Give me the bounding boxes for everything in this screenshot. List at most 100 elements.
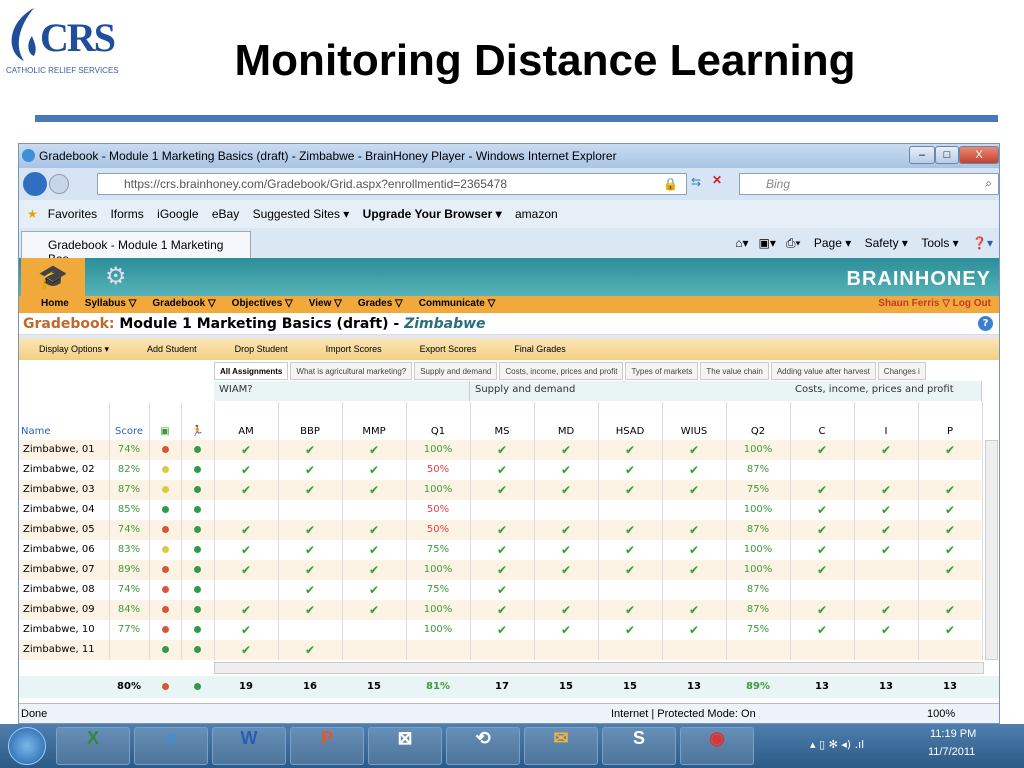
grade-cell[interactable]: ✔: [918, 500, 982, 520]
grade-cell[interactable]: ✔: [342, 460, 406, 480]
clock-time[interactable]: 11:19 PM: [930, 728, 976, 740]
grade-cell[interactable]: ✔: [470, 540, 534, 560]
grade-cell[interactable]: 75%: [406, 540, 470, 560]
grade-cell[interactable]: ✔: [342, 520, 406, 540]
grade-cell[interactable]: ✔: [854, 600, 918, 620]
menu-objectives[interactable]: Objectives ▽: [232, 298, 293, 309]
powerpoint-taskbar-icon[interactable]: P: [290, 727, 364, 765]
grade-cell[interactable]: ✔: [278, 560, 342, 580]
assignment-tab[interactable]: Types of markets: [625, 362, 699, 380]
grade-cell[interactable]: ✔: [278, 520, 342, 540]
student-name[interactable]: Zimbabwe, 11: [23, 640, 109, 660]
grade-cell[interactable]: [214, 580, 278, 600]
skype-taskbar-icon[interactable]: S: [602, 727, 676, 765]
grade-cell[interactable]: ✔: [790, 540, 854, 560]
grade-cell[interactable]: ✔: [214, 460, 278, 480]
grade-cell[interactable]: ✔: [470, 620, 534, 640]
student-name[interactable]: Zimbabwe, 04: [23, 500, 109, 520]
grade-cell[interactable]: [662, 580, 726, 600]
minimize-button[interactable]: –: [909, 146, 935, 164]
grade-cell[interactable]: [598, 640, 662, 660]
menu-grades[interactable]: Grades ▽: [358, 298, 403, 309]
grade-cell[interactable]: ✔: [662, 440, 726, 460]
student-name[interactable]: Zimbabwe, 03: [23, 480, 109, 500]
start-button[interactable]: [8, 727, 46, 765]
column-header[interactable]: MS: [470, 422, 534, 442]
column-header[interactable]: C: [790, 422, 854, 442]
fav-upgrade-browser[interactable]: Upgrade Your Browser ▾: [363, 207, 502, 221]
user-menu[interactable]: Shaun Ferris ▽ Log Out: [878, 298, 991, 309]
grade-cell[interactable]: ✔: [598, 560, 662, 580]
export-scores-button[interactable]: Export Scores: [420, 344, 477, 354]
grade-cell[interactable]: [342, 640, 406, 660]
grade-cell[interactable]: [790, 640, 854, 660]
column-header[interactable]: Q2: [726, 422, 790, 442]
refresh-icon[interactable]: ⇆: [691, 175, 701, 189]
grade-cell[interactable]: [918, 580, 982, 600]
grade-cell[interactable]: ✔: [534, 460, 598, 480]
grade-cell[interactable]: ✔: [534, 540, 598, 560]
safety-menu[interactable]: Safety ▾: [865, 236, 908, 250]
fav-iforms[interactable]: Iforms: [110, 207, 143, 221]
search-icon[interactable]: ⌕: [985, 176, 992, 191]
menu-gradebook[interactable]: Gradebook ▽: [152, 298, 215, 309]
grade-cell[interactable]: 87%: [726, 460, 790, 480]
grade-cell[interactable]: [918, 460, 982, 480]
grade-cell[interactable]: [342, 500, 406, 520]
grade-cell[interactable]: [790, 460, 854, 480]
grade-cell[interactable]: 75%: [726, 620, 790, 640]
grade-cell[interactable]: ✔: [278, 460, 342, 480]
grade-cell[interactable]: [534, 500, 598, 520]
app-taskbar-icon[interactable]: ⊠: [368, 727, 442, 765]
grade-cell[interactable]: 75%: [726, 480, 790, 500]
grade-cell[interactable]: ✔: [534, 480, 598, 500]
assignment-tab[interactable]: Adding value after harvest: [770, 362, 876, 380]
grade-cell[interactable]: [534, 640, 598, 660]
grade-cell[interactable]: ✔: [598, 460, 662, 480]
name-header[interactable]: Name: [21, 422, 81, 442]
menu-home[interactable]: Home: [41, 298, 69, 309]
grade-cell[interactable]: ✔: [662, 560, 726, 580]
grade-cell[interactable]: [406, 640, 470, 660]
maximize-button[interactable]: □: [935, 146, 959, 164]
column-header[interactable]: P: [918, 422, 982, 442]
grade-cell[interactable]: [854, 640, 918, 660]
grade-cell[interactable]: [662, 640, 726, 660]
grade-cell[interactable]: ✔: [342, 580, 406, 600]
grade-cell[interactable]: [342, 620, 406, 640]
search-input[interactable]: Bing ⌕: [739, 173, 999, 195]
grade-cell[interactable]: ✔: [918, 560, 982, 580]
grade-cell[interactable]: ✔: [854, 440, 918, 460]
grade-cell[interactable]: ✔: [214, 480, 278, 500]
student-name[interactable]: Zimbabwe, 06: [23, 540, 109, 560]
grade-cell[interactable]: ✔: [534, 440, 598, 460]
horizontal-scrollbar[interactable]: [214, 662, 984, 674]
assignment-tab[interactable]: Costs, income, prices and profit: [499, 362, 624, 380]
column-header[interactable]: MMP: [342, 422, 406, 442]
grade-cell[interactable]: 100%: [406, 620, 470, 640]
column-header[interactable]: WIUS: [662, 422, 726, 442]
grade-cell[interactable]: ✔: [790, 440, 854, 460]
home-icon[interactable]: ⌂▾: [735, 236, 748, 250]
student-name[interactable]: Zimbabwe, 08: [23, 580, 109, 600]
sync-taskbar-icon[interactable]: ⟲: [446, 727, 520, 765]
grade-cell[interactable]: ✔: [918, 600, 982, 620]
forward-button[interactable]: [49, 174, 69, 194]
grade-cell[interactable]: ✔: [790, 600, 854, 620]
grade-cell[interactable]: [790, 580, 854, 600]
grade-cell[interactable]: ✔: [342, 560, 406, 580]
grade-cell[interactable]: ✔: [214, 440, 278, 460]
grade-cell[interactable]: ✔: [918, 620, 982, 640]
assignment-tab[interactable]: All Assignments: [214, 362, 289, 380]
grade-cell[interactable]: ✔: [854, 500, 918, 520]
menu-communicate[interactable]: Communicate ▽: [419, 298, 496, 309]
fav-suggested-sites[interactable]: Suggested Sites ▾: [253, 207, 350, 221]
grade-cell[interactable]: ✔: [214, 600, 278, 620]
grade-cell[interactable]: ✔: [534, 520, 598, 540]
page-menu[interactable]: Page ▾: [814, 236, 851, 250]
grade-cell[interactable]: 87%: [726, 580, 790, 600]
grade-cell[interactable]: ✔: [598, 620, 662, 640]
zoom-level[interactable]: 100%: [927, 708, 955, 720]
grade-cell[interactable]: ✔: [598, 480, 662, 500]
close-button[interactable]: X: [959, 146, 999, 164]
